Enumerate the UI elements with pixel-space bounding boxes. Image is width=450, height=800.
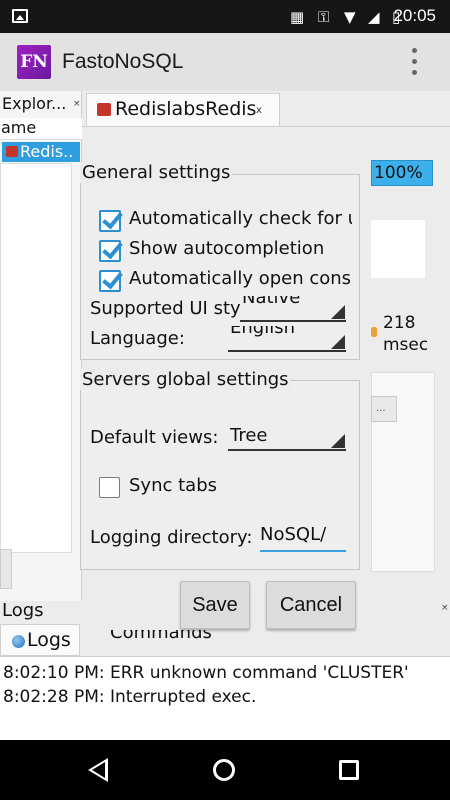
logging-directory-label: Logging directory: <box>90 527 253 548</box>
show-autocompletion-label: Show autocompletion <box>129 238 325 259</box>
navigation-bar <box>0 740 450 800</box>
tab-label: RedislabsRedis <box>115 98 257 120</box>
tab-logs[interactable]: Logs <box>0 624 80 656</box>
overflow-menu-icon[interactable] <box>405 45 425 79</box>
tab-close-icon[interactable]: x <box>256 105 262 116</box>
explorer-dock: Explor... × ame Redis.. <box>0 91 82 601</box>
servers-settings-title: Servers global settings <box>80 369 291 390</box>
explorer-title: Explor... <box>2 94 67 113</box>
more-button[interactable]: ... <box>371 396 397 422</box>
logs-dock-title: Logs <box>2 600 44 621</box>
default-views-value: Tree <box>230 425 268 446</box>
explorer-column-header: ame <box>0 118 82 140</box>
redis-icon <box>6 146 18 157</box>
dock-close-icon[interactable]: × <box>441 603 449 613</box>
explorer-close-icon[interactable]: × <box>73 99 81 109</box>
sync-tabs-label: Sync tabs <box>129 475 217 496</box>
auto-open-console-checkbox[interactable]: Automatically open conso <box>99 268 352 294</box>
checkbox-unchecked-icon <box>99 477 120 498</box>
wifi-icon: ▼ <box>344 8 356 26</box>
default-views-label: Default views: <box>90 427 219 448</box>
auto-check-updates-checkbox[interactable]: Automatically check for u <box>99 208 352 234</box>
tab-logs-label: Logs <box>27 629 71 651</box>
tab-commands[interactable]: Commands <box>110 630 240 650</box>
sync-tabs-checkbox[interactable]: Sync tabs <box>99 475 299 501</box>
dropdown-arrow-icon <box>331 305 345 319</box>
app-logo: FN <box>17 45 51 79</box>
back-icon[interactable] <box>88 758 108 782</box>
explorer-item-redis[interactable]: Redis.. <box>2 142 80 162</box>
dropdown-arrow-icon <box>331 335 345 349</box>
explorer-item-label: Redis.. <box>20 142 74 161</box>
key-icon: ⚿ <box>318 8 330 26</box>
save-button[interactable]: Save <box>180 581 250 629</box>
progress-bar: 100% <box>371 160 433 186</box>
home-icon[interactable] <box>213 759 235 781</box>
logging-directory-value: NoSQL/ <box>260 524 327 545</box>
auto-open-console-label: Automatically open conso <box>129 268 352 289</box>
app-bar: FN FastoNoSQL <box>0 33 450 91</box>
clock: 20:05 <box>393 6 436 25</box>
info-panel <box>371 220 425 278</box>
logs-output: 8:02:10 PM: ERR unknown command 'CLUSTER… <box>0 656 450 740</box>
signal-icon: ◢ <box>368 8 380 26</box>
show-autocompletion-checkbox[interactable]: Show autocompletion <box>99 238 352 264</box>
tab-redislabs-redis[interactable]: RedislabsRedis <box>86 93 280 126</box>
logging-directory-input[interactable]: NoSQL/ <box>260 524 346 552</box>
recent-apps-icon[interactable] <box>339 760 359 780</box>
cancel-button[interactable]: Cancel <box>266 581 356 629</box>
ui-style-label: Supported UI sty <box>90 298 241 319</box>
log-line: 8:02:28 PM: Interrupted exec. <box>3 687 257 707</box>
checkbox-checked-icon <box>99 240 121 262</box>
language-label: Language: <box>90 328 185 349</box>
checkbox-checked-icon <box>99 210 121 232</box>
language-select[interactable]: English <box>228 326 346 352</box>
explorer-tree[interactable] <box>0 163 72 553</box>
default-views-select[interactable]: Tree <box>228 425 346 451</box>
image-notification-icon <box>12 9 28 23</box>
exec-time: 218 msec <box>383 312 427 356</box>
ui-style-select[interactable]: Native <box>240 296 346 322</box>
status-bar: ▦ ⚿ ▼ ◢ ▯ 20:05 <box>0 0 450 33</box>
general-settings-title: General settings <box>80 162 233 183</box>
auto-check-updates-label: Automatically check for u <box>129 208 352 229</box>
exec-time-value: 218 <box>383 313 416 333</box>
log-line: 8:02:10 PM: ERR unknown command 'CLUSTER… <box>3 663 409 683</box>
checkbox-checked-icon <box>99 270 121 292</box>
language-value: English <box>230 326 295 338</box>
preferences-dialog: General settings Automatically check for… <box>80 160 372 640</box>
dropdown-arrow-icon <box>331 434 345 448</box>
exec-time-unit: msec <box>383 335 427 355</box>
app-title: FastoNoSQL <box>62 50 184 73</box>
globe-icon <box>12 635 25 648</box>
redis-icon <box>97 103 111 116</box>
tab-commands-label: Commands <box>110 630 212 643</box>
ui-style-value: Native <box>242 296 301 308</box>
vibrate-icon: ▦ <box>290 8 305 26</box>
explorer-scrollbar[interactable] <box>0 549 12 589</box>
